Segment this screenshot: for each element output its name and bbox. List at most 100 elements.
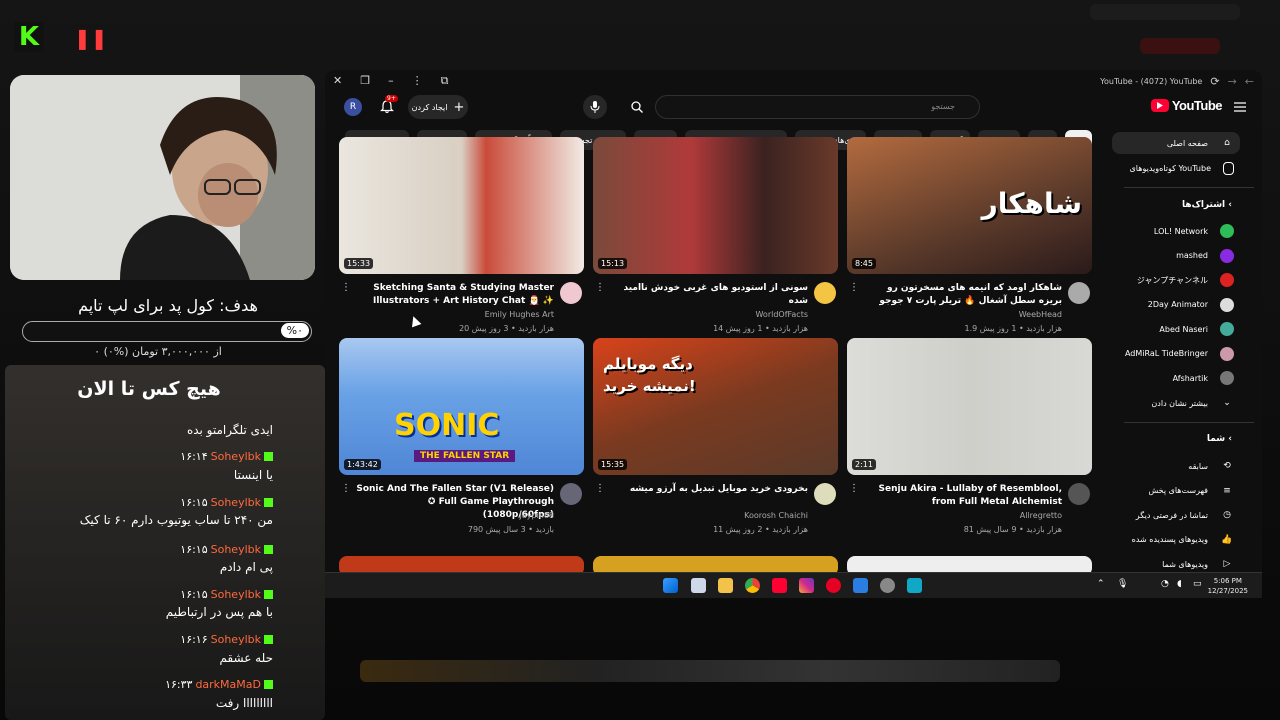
microphone-icon[interactable]: 🎙 bbox=[1117, 579, 1128, 589]
video-title[interactable]: سونی از استودیو های غربی خودش ناامید شده bbox=[608, 282, 809, 308]
video-card[interactable]: دیگه موبایلم نمیشه خرید! 15:35 بخرودی خرید… bbox=[593, 338, 838, 535]
video-thumbnail[interactable]: 15:13 bbox=[593, 137, 838, 274]
you-header[interactable]: شما ‹ bbox=[1207, 434, 1232, 444]
channel-avatar[interactable] bbox=[560, 483, 582, 505]
search-taskbar-icon[interactable] bbox=[691, 578, 706, 593]
chevron-up-icon[interactable]: ⌃ bbox=[1097, 579, 1105, 589]
search-input[interactable]: جستجو bbox=[655, 95, 980, 119]
channel-name[interactable]: Jaypin88 bbox=[519, 511, 554, 520]
video-card[interactable]: SONIC THE FALLEN STAR 1:43:42 Sonic And The… bbox=[339, 338, 584, 535]
voice-search-icon[interactable] bbox=[583, 95, 607, 119]
pinterest-icon[interactable] bbox=[826, 578, 841, 593]
sidebar-item-subscription[interactable]: ジャンプチャンネル bbox=[1112, 269, 1240, 291]
sidebar-item-you[interactable]: سابقه ⟲ bbox=[1112, 455, 1240, 477]
video-thumbnail[interactable]: شاهکار 8:45 bbox=[847, 137, 1092, 274]
video-thumbnail[interactable]: دیگه موبایلم نمیشه خرید! 15:35 bbox=[593, 338, 838, 475]
menu-dots-icon[interactable]: ⋮ bbox=[412, 74, 423, 88]
sidebar-item-subscription[interactable]: mashed bbox=[1112, 245, 1240, 267]
chat-username[interactable]: Soheylbk bbox=[211, 450, 261, 463]
channel-avatar[interactable] bbox=[1068, 483, 1090, 505]
channel-avatar-icon bbox=[1220, 224, 1234, 238]
channel-avatar[interactable] bbox=[1068, 282, 1090, 304]
create-button[interactable]: ایجاد کردن + bbox=[408, 95, 468, 119]
channel-avatar[interactable] bbox=[814, 483, 836, 505]
account-avatar[interactable]: R bbox=[344, 98, 362, 116]
video-stats: 14 هزار بازدید • 1 روز پیش bbox=[713, 324, 808, 333]
wifi-icon[interactable]: ◔ bbox=[1161, 579, 1169, 589]
sidebar-item-subscription[interactable]: Abed Naseri bbox=[1112, 318, 1240, 340]
subscriptions-header[interactable]: اشتراک‌ها ‹ bbox=[1182, 200, 1232, 210]
chrome-icon[interactable] bbox=[745, 578, 760, 593]
more-options-icon[interactable]: ⋮ bbox=[849, 282, 859, 293]
video-title[interactable]: Senju Akira - Lullaby of Resemblool, fro… bbox=[862, 483, 1063, 509]
app-icon[interactable] bbox=[880, 578, 895, 593]
taskbar-clock[interactable]: 5:06 PM 12/27/2025 bbox=[1208, 576, 1248, 596]
video-card[interactable]: شاهکار 8:45 شاهکار اومد که انیمه های مسخرت… bbox=[847, 137, 1092, 334]
more-options-icon[interactable]: ⋮ bbox=[595, 483, 605, 494]
forward-icon[interactable]: → bbox=[1228, 75, 1237, 88]
more-options-icon[interactable]: ⋮ bbox=[341, 282, 351, 293]
battery-icon[interactable]: ▭ bbox=[1193, 579, 1202, 589]
sidebar-item-you[interactable]: فهرست‌های پخش ≡ bbox=[1112, 480, 1240, 502]
file-explorer-icon[interactable] bbox=[718, 578, 733, 593]
picsart-icon[interactable] bbox=[907, 578, 922, 593]
restore-icon[interactable]: ❐ bbox=[360, 74, 370, 88]
channel-name[interactable]: Emily Hughes Art bbox=[485, 310, 554, 319]
notifications-bell-icon[interactable]: 9+ bbox=[377, 95, 398, 117]
close-icon[interactable]: ✕ bbox=[333, 74, 342, 88]
hamburger-menu-icon[interactable] bbox=[1232, 99, 1248, 115]
youtube-logo[interactable]: YouTube bbox=[1150, 98, 1223, 113]
chat-username[interactable]: Soheylbk bbox=[211, 543, 261, 556]
sidebar-item-subscription[interactable]: Afshartik bbox=[1112, 367, 1240, 389]
video-thumbnail[interactable]: 2:11 bbox=[847, 338, 1092, 475]
sidebar-item-label: Abed Naseri bbox=[1159, 324, 1208, 334]
sidebar-item-show-more[interactable]: بیشتر نشان دادن ⌄ bbox=[1112, 392, 1240, 414]
video-title[interactable]: بخرودی خرید موبایل تبدیل به آرزو میشه bbox=[608, 483, 808, 496]
search-icon[interactable] bbox=[625, 95, 649, 119]
chevron-left-icon: ‹ bbox=[1228, 200, 1232, 210]
volume-icon[interactable]: ◖ bbox=[1177, 579, 1182, 589]
sidebar-item-subscription[interactable]: 2Day Animator bbox=[1112, 294, 1240, 316]
chat-username[interactable]: Soheylbk bbox=[211, 633, 261, 646]
chat-username[interactable]: Soheylbk bbox=[211, 588, 261, 601]
channel-name[interactable]: WorldOfFacts bbox=[755, 310, 808, 319]
video-title[interactable]: Sketching Santa & Studying Master Illust… bbox=[354, 282, 554, 308]
sidebar-item-you[interactable]: تماشا در فرصتی دیگر ◷ bbox=[1112, 504, 1240, 526]
sidebar-item-shorts[interactable]: کوتاه‌ویدیوهای YouTube bbox=[1112, 157, 1240, 179]
notification-count: 9+ bbox=[385, 95, 398, 102]
video-card[interactable]: 2:11 Senju Akira - Lullaby of Resemblool,… bbox=[847, 338, 1092, 535]
channel-name[interactable]: WeebHead bbox=[1019, 310, 1062, 319]
video-card[interactable]: 15:33 Sketching Santa & Studying Master I… bbox=[339, 137, 584, 334]
back-icon[interactable]: ← bbox=[1245, 75, 1254, 88]
channel-name[interactable]: Koorosh Chaichi bbox=[744, 511, 808, 520]
sidebar-item-you[interactable]: ویدیو‌های پسندیده شده 👍 bbox=[1112, 529, 1240, 551]
video-card[interactable]: 15:13 سونی از استودیو های غربی خودش ناامی… bbox=[593, 137, 838, 334]
chat-message: با هم پس در ارتباطیم bbox=[165, 605, 273, 619]
reload-icon[interactable]: ⟳ bbox=[1210, 75, 1219, 88]
instagram-icon[interactable] bbox=[799, 578, 814, 593]
shield-icon[interactable] bbox=[853, 578, 868, 593]
minimize-icon[interactable]: – bbox=[388, 74, 394, 88]
video-title[interactable]: شاهکار اومد که انیمه های مسخرتون رو بریز… bbox=[862, 282, 1062, 308]
video-duration: 1:43:42 bbox=[344, 459, 381, 470]
windows-start-icon[interactable] bbox=[663, 578, 678, 593]
extensions-icon[interactable]: ⧉ bbox=[441, 74, 449, 88]
sidebar-item-subscription[interactable]: AdMiRaL TideBringer bbox=[1112, 343, 1240, 365]
chat-timestamp: ۱۶:۱۵ bbox=[180, 588, 208, 601]
video-thumbnail[interactable]: 15:33 bbox=[339, 137, 584, 274]
channel-avatar[interactable] bbox=[560, 282, 582, 304]
video-stats: 20 هزار بازدید • 3 روز پیش bbox=[459, 324, 554, 333]
channel-avatar[interactable] bbox=[814, 282, 836, 304]
more-options-icon[interactable]: ⋮ bbox=[595, 282, 605, 293]
more-options-icon[interactable]: ⋮ bbox=[849, 483, 859, 494]
chat-username[interactable]: darkMaMaD bbox=[195, 678, 261, 691]
video-thumbnail[interactable]: SONIC THE FALLEN STAR 1:43:42 bbox=[339, 338, 584, 475]
channel-name[interactable]: Allregretto bbox=[1020, 511, 1062, 520]
sidebar-item-subscription[interactable]: LOL! Network bbox=[1112, 220, 1240, 242]
youtube-taskbar-icon[interactable] bbox=[772, 578, 787, 593]
video-stats: 1.9 هزار بازدید • 1 روز پیش bbox=[964, 324, 1062, 333]
chat-username[interactable]: Soheylbk bbox=[211, 496, 261, 509]
sidebar-item-home[interactable]: صفحه اصلی ⌂ bbox=[1112, 132, 1240, 154]
history-icon: ⟲ bbox=[1223, 461, 1231, 471]
more-options-icon[interactable]: ⋮ bbox=[341, 483, 351, 494]
